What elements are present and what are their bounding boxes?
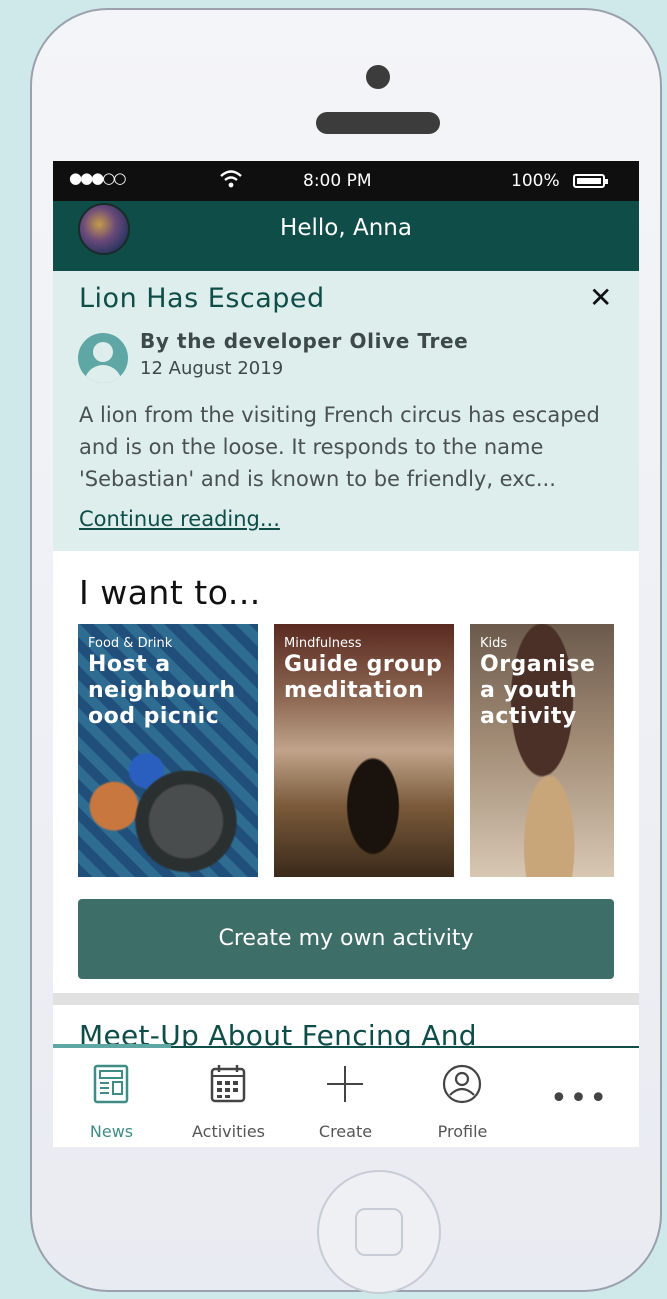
continue-reading-link[interactable]: Continue reading...	[79, 507, 280, 531]
tab-activities[interactable]: Activities	[170, 1048, 287, 1147]
signal-indicator: ●●●○○	[69, 169, 126, 187]
plus-icon	[287, 1062, 404, 1106]
battery-icon	[573, 174, 608, 188]
tab-news[interactable]: News	[53, 1048, 170, 1147]
speaker	[316, 112, 440, 134]
tab-bar: News Activities Create Profile •••	[53, 1044, 639, 1147]
camera	[366, 65, 390, 89]
close-icon[interactable]: ✕	[589, 281, 612, 314]
author-avatar	[78, 333, 128, 383]
news-body: A lion from the visiting French circus h…	[79, 403, 600, 491]
profile-icon	[404, 1062, 521, 1106]
author-name: By the developer Olive Tree	[140, 329, 469, 353]
tab-profile[interactable]: Profile	[404, 1048, 521, 1147]
tab-label: News	[89, 1122, 134, 1141]
section-divider	[53, 993, 639, 1005]
news-date: 12 August 2019	[140, 358, 284, 379]
card-category: Mindfulness	[284, 636, 362, 651]
card-title: Host a neighbourh ood picnic	[88, 652, 236, 729]
newspaper-icon	[53, 1062, 170, 1106]
card-title: Organise a youth activity	[480, 652, 596, 729]
home-button[interactable]	[317, 1170, 441, 1294]
more-icon: •••	[549, 1081, 610, 1116]
card-category: Food & Drink	[88, 636, 173, 651]
card-category: Kids	[480, 636, 508, 651]
greeting: Hello, Anna	[280, 215, 412, 241]
tab-create[interactable]: Create	[287, 1048, 404, 1147]
wifi-icon	[219, 168, 243, 195]
app-header: Hello, Anna	[53, 201, 639, 271]
activity-card-youth[interactable]: Kids Organise a youth activity	[470, 624, 614, 877]
tab-label: Activities	[192, 1122, 265, 1141]
clock: 8:00 PM	[303, 171, 372, 191]
activity-card-meditation[interactable]: Mindfulness Guide group meditation	[274, 624, 454, 877]
activity-card-picnic[interactable]: Food & Drink Host a neighbourh ood picni…	[78, 624, 258, 877]
battery-percent: 100%	[511, 171, 560, 191]
news-title[interactable]: Lion Has Escaped	[79, 283, 325, 314]
app-screen: ●●●○○ 8:00 PM 100% Hello, Anna Lion Has …	[53, 161, 639, 1147]
tab-label: Profile	[437, 1122, 488, 1141]
news-card: Lion Has Escaped ✕ By the developer Oliv…	[53, 271, 639, 551]
tab-more[interactable]: •••	[521, 1048, 638, 1147]
card-title: Guide group meditation	[284, 652, 443, 703]
calendar-icon	[170, 1062, 287, 1106]
tab-label: Create	[318, 1122, 373, 1141]
create-activity-button[interactable]: Create my own activity	[78, 899, 614, 979]
home-button-square	[355, 1208, 403, 1256]
section-title: I want to...	[79, 573, 261, 612]
status-bar: ●●●○○ 8:00 PM 100%	[53, 161, 639, 201]
